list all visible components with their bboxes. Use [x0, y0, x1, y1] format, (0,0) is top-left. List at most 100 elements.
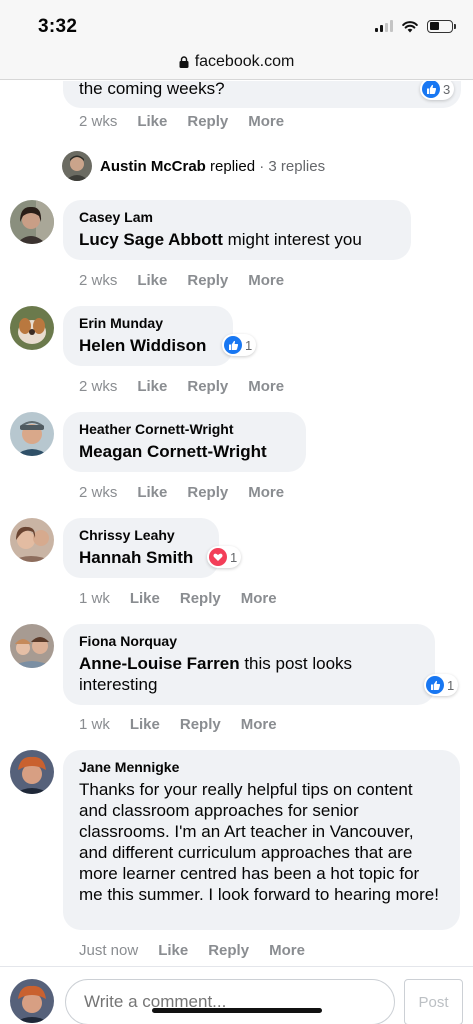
mention-link[interactable]: Meagan Cornett-Wright: [79, 442, 267, 461]
battery-icon: [427, 19, 456, 33]
like-link[interactable]: Like: [137, 378, 167, 395]
mention-link[interactable]: Lucy Sage Abbott: [79, 230, 223, 249]
avatar[interactable]: [10, 624, 54, 668]
like-link[interactable]: Like: [130, 590, 160, 607]
comment-time: 2 wks: [79, 113, 118, 130]
comment-author[interactable]: Chrissy Leahy: [79, 526, 203, 544]
comment-text: the coming weeks?: [79, 81, 225, 98]
separator: ·: [259, 157, 265, 175]
comment-text: Thanks for your really helpful tips on c…: [79, 780, 439, 904]
like-link[interactable]: Like: [137, 113, 167, 130]
comment-bubble: Heather Cornett-Wright Meagan Cornett-Wr…: [63, 412, 306, 472]
reaction-count: 1: [447, 677, 455, 693]
reaction-count: 1: [230, 549, 238, 565]
comment-input[interactable]: [65, 979, 395, 1024]
avatar[interactable]: [10, 518, 54, 562]
home-indicator[interactable]: [152, 1008, 322, 1013]
avatar[interactable]: [10, 412, 54, 456]
reply-count: 3 replies: [268, 157, 326, 175]
reaction-count: 3: [443, 81, 451, 97]
comment-bubble: Erin Munday Helen Widdison: [63, 306, 233, 366]
reply-link[interactable]: Reply: [187, 378, 228, 395]
like-reaction-icon: [422, 81, 440, 98]
comment-time: 2 wks: [79, 378, 118, 395]
reaction-summary[interactable]: 1: [207, 546, 242, 568]
comment-time: 2 wks: [79, 272, 118, 289]
comment-actions: 1 wk Like Reply More: [79, 590, 297, 607]
like-link[interactable]: Like: [130, 716, 160, 733]
comment-body: might interest you: [222, 230, 362, 249]
like-reaction-icon: [426, 676, 444, 694]
comment-author[interactable]: Erin Munday: [79, 314, 217, 332]
post-button[interactable]: Post: [404, 979, 463, 1024]
comment-text: Lucy Sage Abbott might interest you: [79, 229, 395, 250]
reaction-summary[interactable]: 3: [420, 81, 455, 100]
reply-link[interactable]: Reply: [187, 484, 228, 501]
reaction-summary[interactable]: 1: [222, 334, 257, 356]
reply-author: Austin McCrab: [100, 157, 206, 175]
love-reaction-icon: [209, 548, 227, 566]
comment-item: the coming weeks? 3 2 wks Like Reply Mor…: [0, 81, 473, 139]
comment-bubble: the coming weeks?: [63, 81, 461, 108]
more-link[interactable]: More: [248, 484, 284, 501]
comment-time: 1 wk: [79, 590, 110, 607]
status-time: 3:32: [38, 16, 78, 37]
reply-link[interactable]: Reply: [187, 272, 228, 289]
address-bar[interactable]: facebook.com: [0, 44, 473, 80]
mention-link[interactable]: Helen Widdison: [79, 336, 206, 355]
comments-feed[interactable]: the coming weeks? 3 2 wks Like Reply Mor…: [0, 81, 473, 966]
comment-text: Helen Widdison: [79, 335, 217, 356]
reaction-summary[interactable]: 1: [424, 674, 459, 696]
reply-link[interactable]: Reply: [208, 942, 249, 959]
comment-time: 2 wks: [79, 484, 118, 501]
signal-icon: [375, 20, 393, 32]
comment-author[interactable]: Heather Cornett-Wright: [79, 420, 290, 438]
lock-icon: [179, 55, 189, 68]
more-link[interactable]: More: [269, 942, 305, 959]
more-link[interactable]: More: [248, 272, 284, 289]
comment-text: Meagan Cornett-Wright: [79, 441, 290, 462]
comment-bubble: Casey Lam Lucy Sage Abbott might interes…: [63, 200, 411, 260]
comment-text: Hannah Smith: [79, 547, 203, 568]
like-reaction-icon: [224, 336, 242, 354]
url-text: facebook.com: [194, 52, 295, 70]
comment-time: Just now: [79, 942, 139, 959]
comment-text: Anne-Louise Farren this post looks inter…: [79, 653, 419, 695]
more-link[interactable]: More: [248, 113, 284, 130]
more-link[interactable]: More: [241, 716, 277, 733]
more-link[interactable]: More: [248, 378, 284, 395]
avatar[interactable]: [10, 200, 54, 244]
more-link[interactable]: More: [241, 590, 277, 607]
like-link[interactable]: Like: [137, 484, 167, 501]
comment-bubble: Jane Mennigke Thanks for your really hel…: [63, 750, 460, 930]
status-bar: 3:32: [0, 0, 473, 44]
like-link[interactable]: Like: [158, 942, 188, 959]
reply-link[interactable]: Reply: [180, 716, 221, 733]
like-link[interactable]: Like: [137, 272, 167, 289]
wifi-icon: [402, 21, 418, 33]
status-icons: [375, 19, 456, 33]
comment-bubble: Fiona Norquay Anne-Louise Farren this po…: [63, 624, 435, 705]
view-replies-row[interactable]: Austin McCrab replied · 3 replies: [62, 151, 325, 181]
reaction-count: 1: [245, 337, 253, 353]
comment-author[interactable]: Casey Lam: [79, 208, 395, 226]
reply-link[interactable]: Reply: [187, 113, 228, 130]
comment-author[interactable]: Fiona Norquay: [79, 632, 419, 650]
comment-actions: 2 wks Like Reply More: [79, 484, 304, 501]
comment-actions: 2 wks Like Reply More: [79, 113, 304, 130]
avatar[interactable]: [10, 306, 54, 350]
comment-composer: Post: [0, 966, 473, 1024]
mention-link[interactable]: Hannah Smith: [79, 548, 193, 567]
avatar: [10, 979, 54, 1023]
avatar[interactable]: [10, 750, 54, 794]
comment-author[interactable]: Jane Mennigke: [79, 758, 444, 776]
comment-actions: Just now Like Reply More: [79, 942, 325, 959]
reply-verb: replied: [210, 157, 256, 175]
comment-bubble: Chrissy Leahy Hannah Smith: [63, 518, 219, 578]
comment-actions: 2 wks Like Reply More: [79, 378, 304, 395]
reply-link[interactable]: Reply: [180, 590, 221, 607]
avatar: [62, 151, 92, 181]
comment-actions: 1 wk Like Reply More: [79, 716, 297, 733]
mention-link[interactable]: Anne-Louise Farren: [79, 654, 240, 673]
comment-actions: 2 wks Like Reply More: [79, 272, 304, 289]
